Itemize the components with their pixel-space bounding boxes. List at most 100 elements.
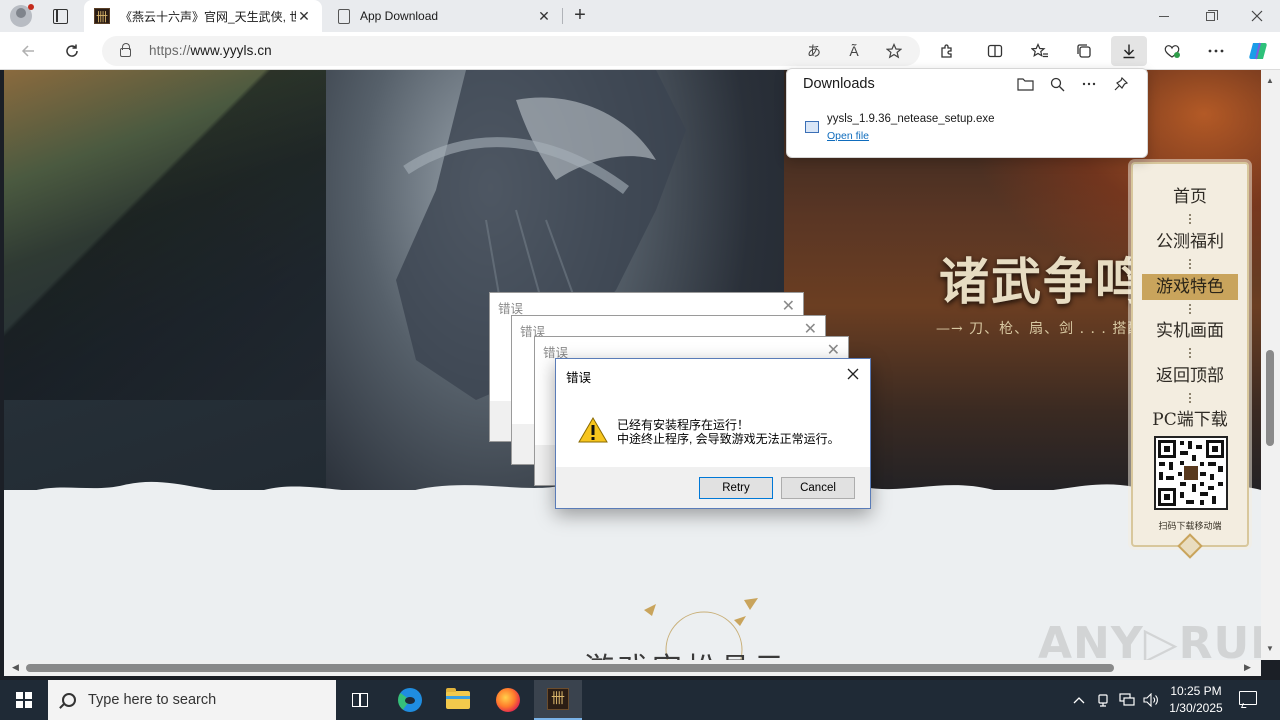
task-view-button[interactable] [336, 680, 384, 720]
nav-divider [1189, 348, 1192, 358]
favorite-star-icon[interactable] [882, 40, 906, 62]
download-file-name[interactable]: yysls_1.9.36_netease_setup.exe [827, 113, 995, 125]
exe-file-icon [805, 121, 819, 133]
address-bar[interactable]: https://www.yyyls.cn あ Ã [102, 36, 920, 66]
scroll-left-icon[interactable]: ◀ [12, 662, 19, 673]
dialog-body: 已经有安装程序在运行！ 中途终止程序, 会导致游戏无法正常运行。 [556, 389, 870, 467]
nav-item-beta-benefits[interactable]: 公测福利 [1133, 229, 1247, 255]
section-heading: 游戏定松具示 [584, 644, 788, 660]
refresh-icon [66, 44, 78, 57]
qr-caption: 扫码下载移动端 [1158, 521, 1222, 531]
file-explorer-icon [446, 688, 470, 709]
close-tab-icon[interactable]: ✕ [296, 8, 312, 24]
restore-icon [1205, 9, 1218, 21]
close-icon[interactable]: ✕ [782, 296, 795, 316]
split-screen-icon [987, 44, 1003, 58]
taskbar-search[interactable]: Type here to search [48, 680, 336, 720]
split-screen-button[interactable] [981, 37, 1009, 65]
nav-divider [1189, 214, 1192, 224]
nav-item-home[interactable]: 首页 [1133, 184, 1247, 210]
browser-toolbar: https://www.yyyls.cn あ Ã [0, 32, 1280, 70]
search-downloads-icon[interactable] [1045, 73, 1069, 95]
back-icon [21, 45, 34, 57]
retry-button[interactable]: Retry [699, 477, 773, 499]
browser-essentials-button[interactable] [1158, 37, 1186, 65]
windows-logo-icon [16, 692, 32, 708]
horizontal-scroll-thumb[interactable] [26, 664, 1114, 672]
taskbar-clock[interactable]: 10:25 PM 1/30/2025 [1156, 683, 1236, 717]
url-host: www.yyyls.cn [190, 43, 272, 58]
edge-taskbar-button[interactable] [386, 680, 434, 720]
vertical-scrollbar[interactable]: ▲ ▼ [1261, 70, 1280, 660]
start-button[interactable] [0, 680, 48, 720]
scroll-up-icon[interactable]: ▲ [1266, 76, 1275, 85]
yysls-installer-icon: 卌 [547, 688, 569, 710]
tab-yysls-official[interactable]: 《燕云十六声》官网_天生武侠, 世 ✕ [84, 0, 322, 32]
hero-subtitle: —→ 刀、枪、扇、剑 . . . 搭配十 [936, 321, 1158, 337]
downloads-button[interactable] [1111, 36, 1147, 66]
downloads-more-icon[interactable] [1077, 73, 1101, 95]
pin-downloads-icon[interactable] [1109, 73, 1133, 95]
side-navigation: 首页 公测福利 游戏特色 实机画面 返回顶部 PC端下载 扫码下载移动端 [1131, 162, 1249, 547]
tab-title: 《燕云十六声》官网_天生武侠, 世 [120, 9, 296, 24]
tab-separator [562, 8, 563, 24]
new-tab-button[interactable]: + [570, 4, 590, 28]
collections-button[interactable] [1070, 37, 1098, 65]
open-downloads-folder-icon[interactable] [1013, 73, 1037, 95]
close-window-button[interactable] [1234, 0, 1280, 32]
clock-date: 1/30/2025 [1169, 701, 1223, 715]
profile-notification-dot [28, 4, 34, 10]
clock-time: 10:25 PM [1170, 684, 1222, 698]
edge-icon [398, 688, 422, 712]
tab-app-download[interactable]: App Download ✕ [326, 0, 562, 32]
anyrun-watermark: ANY▷RUN [1038, 618, 1261, 660]
taskbar: Type here to search 卌 10:25 PM 1/30/2025 [0, 680, 1280, 720]
more-button[interactable] [1202, 37, 1230, 65]
copilot-button[interactable] [1244, 37, 1272, 65]
favorites-button[interactable] [1026, 37, 1054, 65]
search-placeholder: Type here to search [88, 692, 217, 708]
back-button[interactable] [14, 37, 42, 65]
notification-center-icon[interactable] [1236, 688, 1258, 710]
url-text[interactable]: https://www.yyyls.cn [149, 43, 272, 58]
close-tab-icon[interactable]: ✕ [536, 8, 552, 24]
dialog-titlebar[interactable]: 错误 [556, 359, 870, 389]
translate-icon[interactable]: あ [802, 40, 826, 62]
url-protocol: https:// [149, 43, 191, 58]
dialog-close-icon[interactable] [842, 363, 864, 385]
firefox-button[interactable] [484, 680, 532, 720]
game-favicon-icon [94, 8, 110, 25]
chevron-up-icon[interactable] [1068, 680, 1090, 720]
file-explorer-button[interactable] [434, 680, 482, 720]
page-favicon-icon [338, 8, 350, 24]
network-icon[interactable] [1116, 680, 1138, 720]
restore-button[interactable] [1187, 0, 1233, 32]
minimize-button[interactable] [1141, 0, 1187, 32]
warning-icon [578, 417, 608, 443]
nav-item-pc-download[interactable]: PC端下载 [1133, 407, 1247, 433]
scroll-down-icon[interactable]: ▼ [1266, 644, 1275, 653]
downloads-icon [1123, 44, 1135, 59]
cancel-button[interactable]: Cancel [781, 477, 855, 499]
nav-item-game-features[interactable]: 游戏特色 [1142, 274, 1238, 300]
qr-code-image [1154, 436, 1228, 510]
tab-actions-icon[interactable] [48, 6, 72, 26]
nav-item-back-to-top[interactable]: 返回顶部 [1133, 363, 1247, 389]
favorites-icon [1031, 43, 1048, 58]
vertical-scroll-thumb[interactable] [1266, 350, 1274, 446]
nav-item-gameplay-footage[interactable]: 实机画面 [1133, 318, 1247, 344]
close-icon[interactable]: ✕ [827, 340, 840, 360]
read-aloud-icon[interactable]: Ã [842, 40, 866, 62]
refresh-button[interactable] [58, 37, 86, 65]
yysls-installer-button[interactable]: 卌 [534, 680, 582, 720]
background-shade [4, 70, 326, 400]
extensions-button[interactable] [933, 37, 961, 65]
open-file-link[interactable]: Open file [827, 130, 869, 142]
horizontal-scrollbar[interactable]: ◀ ▶ [4, 660, 1261, 676]
network-device-icon[interactable] [1092, 680, 1114, 720]
more-icon [1208, 49, 1224, 53]
collections-icon [1077, 44, 1091, 58]
lock-icon[interactable] [120, 43, 131, 57]
search-icon [62, 693, 76, 707]
scroll-right-icon[interactable]: ▶ [1244, 662, 1251, 673]
